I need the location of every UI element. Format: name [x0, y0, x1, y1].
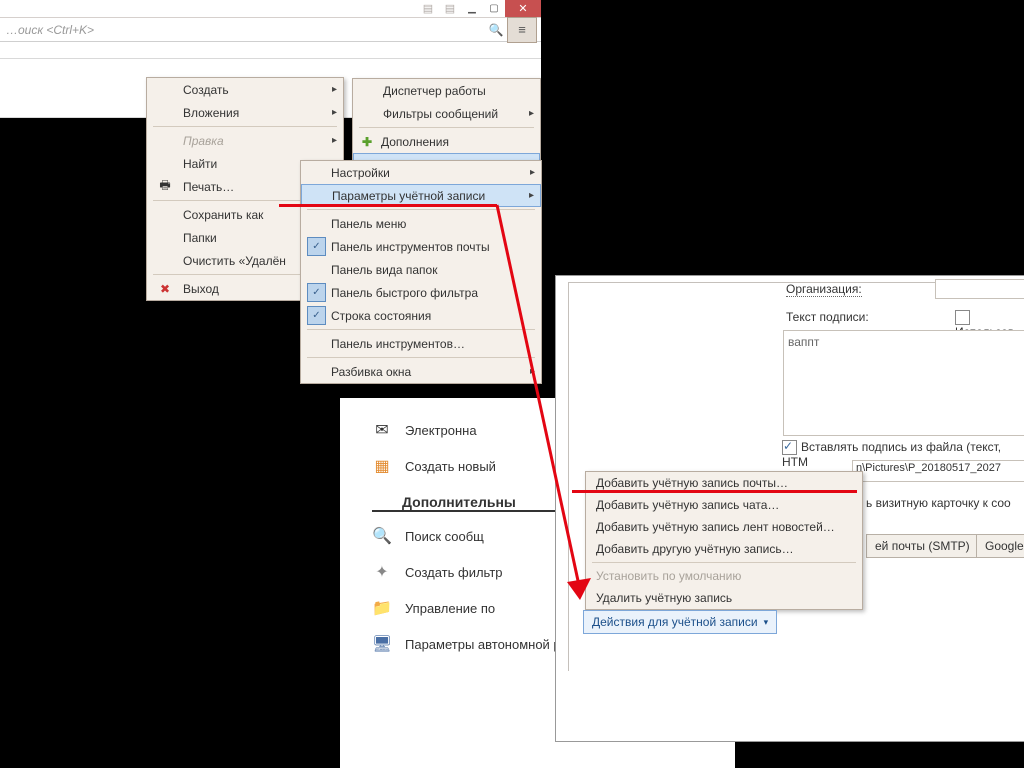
close-button[interactable]: ✕ [505, 0, 541, 17]
annotation-underline-1 [279, 204, 497, 207]
submenu-settings[interactable]: Настройки [301, 161, 541, 184]
vcard-label: ь визитную карточку к соо [866, 496, 1011, 510]
print-icon: 🖶 [157, 176, 173, 197]
menu-edit[interactable]: Правка ✎ ✂ 📋 [147, 129, 343, 152]
submenu-msg-filters[interactable]: Фильтры сообщений [353, 102, 540, 125]
account-actions-button[interactable]: Действия для учётной записи [583, 610, 777, 634]
ctx-add-chat[interactable]: Добавить учётную запись чата… [586, 494, 862, 516]
check-icon: ✓ [307, 237, 326, 256]
maximize-button[interactable]: ▢ [483, 0, 505, 17]
submenu-mail-toolbar[interactable]: ✓Панель инструментов почты [301, 235, 541, 258]
sig-path-input[interactable]: n\Pictures\P_20180517_2027 [852, 460, 1024, 482]
submenu-addons[interactable]: ✚Дополнения [353, 130, 540, 153]
sig-label: Текст подписи: [786, 310, 869, 324]
calendar-icon: ▦ [372, 456, 392, 476]
black-backdrop [0, 398, 340, 768]
submenu-quick-filter[interactable]: ✓Панель быстрого фильтра [301, 281, 541, 304]
submenu-work-dispatch[interactable]: Диспетчер работы [353, 79, 540, 102]
notepad-icon[interactable]: ▤ [417, 0, 439, 17]
signature-textarea[interactable]: ваппт [783, 330, 1024, 436]
folder-icon: 📁 [372, 598, 392, 618]
ctx-add-other[interactable]: Добавить другую учётную запись… [586, 538, 862, 560]
org-label: Организация: [786, 282, 862, 296]
check-icon: ✓ [307, 283, 326, 302]
submenu-window-split[interactable]: Разбивка окна [301, 360, 541, 383]
monitors-icon: 🖥 [372, 634, 392, 654]
titlebar: ▤ ▤ ▁ ▢ ✕ [0, 0, 541, 18]
hamburger-button[interactable]: ≡ [507, 17, 537, 43]
submenu-menu-panel[interactable]: Панель меню [301, 212, 541, 235]
settings-submenu: Настройки Параметры учётной записи Панел… [300, 160, 542, 384]
submenu-toolbars[interactable]: Панель инструментов… [301, 332, 541, 355]
menu-create[interactable]: Создать [147, 78, 343, 101]
ctx-add-feed[interactable]: Добавить учётную запись лент новостей… [586, 516, 862, 538]
submenu-status-bar[interactable]: ✓Строка состояния [301, 304, 541, 327]
additional-header: Дополнительны [372, 494, 567, 512]
menu-attachments[interactable]: Вложения [147, 101, 343, 124]
search-bar: …оиск <Ctrl+K> 🔍 ≡ [0, 18, 541, 42]
minimize-button[interactable]: ▁ [461, 0, 483, 17]
notepad-icon-2[interactable]: ▤ [439, 0, 461, 17]
filter-icon: ✦ [372, 562, 392, 582]
ctx-set-default: Установить по умолчанию [586, 565, 862, 587]
envelope-icon: ✉ [372, 420, 392, 440]
check-icon: ✓ [307, 306, 326, 325]
google-button[interactable]: Google [976, 534, 1024, 558]
annotation-underline-2 [572, 490, 857, 493]
submenu-folder-view[interactable]: Панель вида папок [301, 258, 541, 281]
smtp-button[interactable]: ей почты (SMTP) [866, 534, 979, 558]
exit-icon: ✖ [157, 282, 173, 296]
search-icon[interactable]: 🔍 [485, 23, 507, 37]
addon-plus-icon: ✚ [359, 134, 375, 150]
tab-strip [0, 42, 541, 59]
magnifier-icon: 🔍 [372, 526, 392, 546]
search-input[interactable]: …оиск <Ctrl+K> [0, 23, 485, 37]
org-input[interactable] [935, 279, 1024, 299]
ctx-delete[interactable]: Удалить учётную запись [586, 587, 862, 609]
